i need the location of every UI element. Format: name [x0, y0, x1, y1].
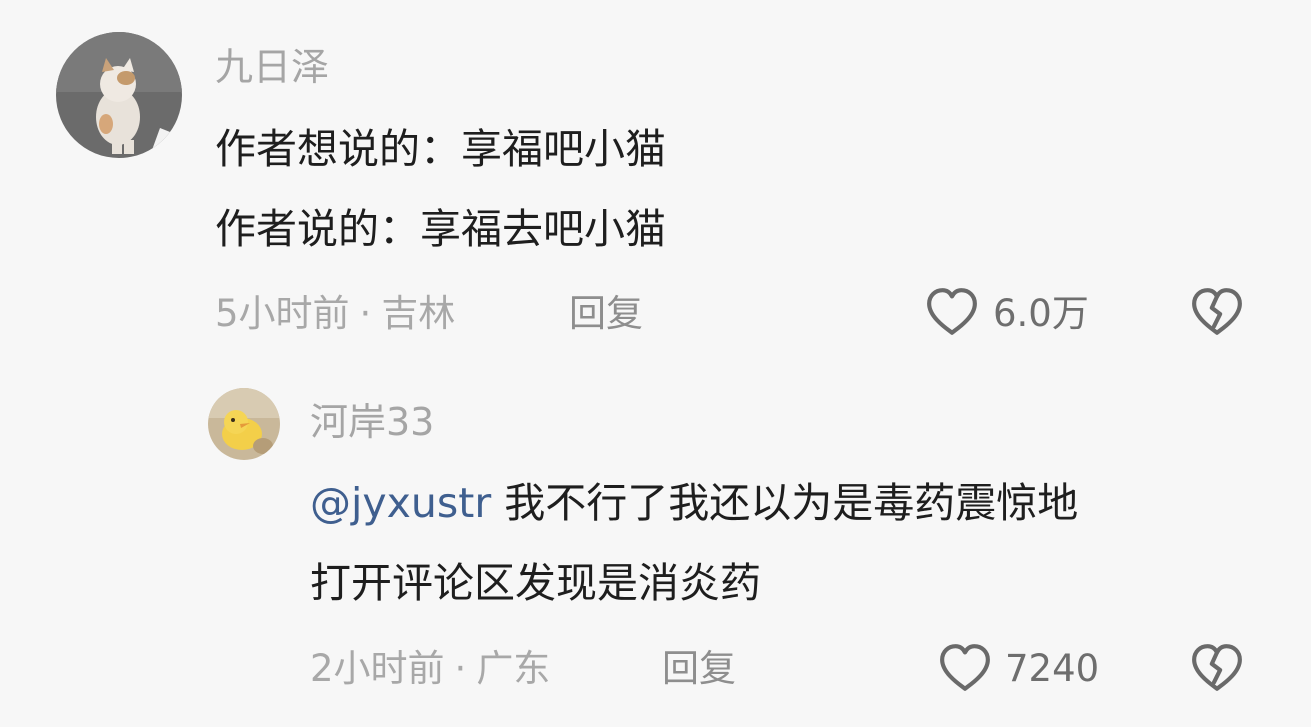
mention-link[interactable]: @jyxustr: [310, 479, 491, 527]
location: 吉林: [381, 292, 456, 335]
comment-text-line: 打开评论区发现是消炎药: [310, 559, 761, 607]
broken-heart-icon[interactable]: [1190, 643, 1244, 693]
comment-text-line: @jyxustr 我不行了我还以为是毒药震惊地: [310, 477, 1078, 529]
comment-text-line: 作者说的：享福去吧小猫: [215, 205, 666, 253]
cat-photo-avatar-icon: [56, 32, 182, 158]
heart-outline-icon[interactable]: [925, 287, 979, 337]
reply-button[interactable]: 回复: [662, 645, 736, 693]
username[interactable]: 河岸33: [310, 398, 434, 446]
reply-button[interactable]: 回复: [569, 290, 643, 338]
like-count: 7240: [1005, 647, 1100, 690]
comment-text-line: 作者想说的：享福吧小猫: [215, 125, 666, 173]
timestamp: 5小时前: [215, 292, 350, 335]
heart-outline-icon[interactable]: [938, 643, 992, 693]
yellow-duck-avatar-icon: [208, 388, 280, 460]
broken-heart-icon[interactable]: [1190, 287, 1244, 337]
like-count: 6.0万: [993, 292, 1089, 335]
comment-text: 我不行了我还以为是毒药震惊地: [491, 479, 1079, 527]
comment-meta: 2小时前 · 广东: [310, 645, 550, 693]
avatar[interactable]: [56, 32, 182, 158]
separator: ·: [454, 647, 467, 690]
comment-thread: 九日泽 作者想说的：享福吧小猫 作者说的：享福去吧小猫 5小时前 · 吉林 回复 6…: [0, 0, 1311, 727]
avatar[interactable]: [208, 388, 280, 460]
username[interactable]: 九日泽: [215, 43, 329, 91]
separator: ·: [359, 292, 372, 335]
comment-meta: 5小时前 · 吉林: [215, 290, 455, 338]
timestamp: 2小时前: [310, 647, 445, 690]
location: 广东: [476, 647, 551, 690]
